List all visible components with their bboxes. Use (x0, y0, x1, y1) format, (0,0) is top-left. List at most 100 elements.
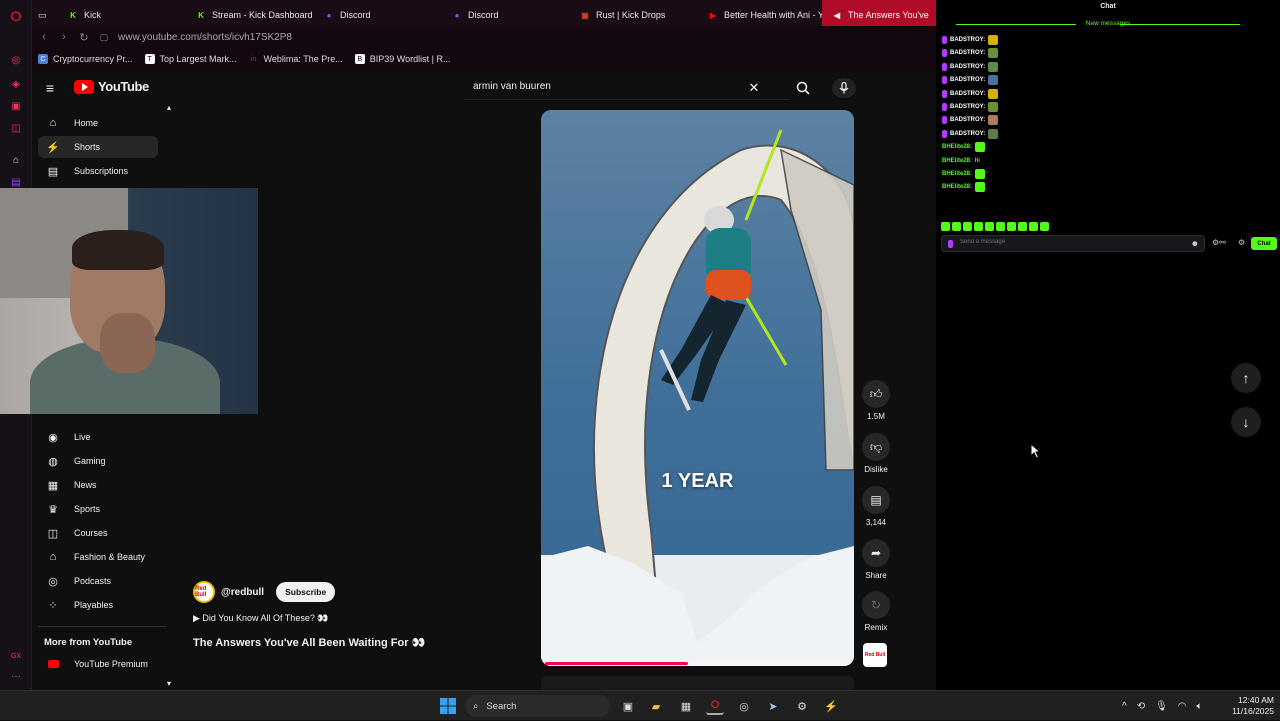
tray-app-icon[interactable]: ⟲ (1137, 701, 1145, 712)
chat-settings-icon[interactable]: ⚙⚯ (1212, 238, 1226, 247)
playlist-link[interactable]: ▶ Did You Know All Of These? 👀 (193, 613, 329, 624)
reload-icon[interactable]: ↻ (76, 31, 92, 44)
sidebar-item-courses[interactable]: ◫ Courses (38, 522, 158, 544)
chat-username[interactable]: BADSTROY: (950, 91, 985, 97)
sidebar-item-gaming[interactable]: ◍ Gaming (38, 450, 158, 472)
settings-icon[interactable]: ⚙ (793, 697, 811, 715)
steam-icon[interactable]: ➤ (764, 697, 782, 715)
microphone-icon[interactable] (832, 78, 856, 98)
chat-username[interactable]: BHElite28: (942, 171, 972, 177)
emote-icon[interactable] (963, 222, 972, 231)
chat-emote-icon (988, 48, 999, 59)
messenger-icon[interactable]: ▣ (8, 98, 24, 114)
short-video-player[interactable]: 1 YEAR (541, 110, 854, 666)
sidebar-item-sports[interactable]: ♛ Sports (38, 498, 158, 520)
task-view-icon[interactable]: ▣ (619, 697, 637, 715)
aria-icon[interactable]: ◎ (8, 52, 24, 68)
sidebar-item-news[interactable]: ▦ News (38, 474, 158, 496)
scroll-up-arrow-icon[interactable]: ↑ (1231, 363, 1261, 393)
store-icon[interactable]: ▦ (677, 697, 695, 715)
sidebar-item-fashion-beauty[interactable]: ⌂ Fashion & Beauty (38, 546, 158, 568)
chat-username[interactable]: BADSTROY: (950, 77, 985, 83)
chat-username[interactable]: BHElite28: (942, 184, 972, 190)
send-chat-button[interactable]: Chat (1251, 237, 1277, 250)
chat-username[interactable]: BADSTROY: (950, 37, 985, 43)
next-short-preview[interactable] (541, 676, 854, 690)
sidebar-item-youtube-premium[interactable]: YouTube Premium (38, 653, 158, 675)
comments-button[interactable]: ▤ 3,144 (858, 486, 894, 527)
kick-sidebar-icon[interactable]: ⌂ (8, 152, 24, 168)
channel-name[interactable]: @redbull (221, 587, 264, 598)
gx-icon[interactable]: GX (8, 648, 24, 664)
emote-icon[interactable] (941, 222, 950, 231)
chat-username[interactable]: BADSTROY: (950, 64, 985, 70)
sidebar-item-home[interactable]: ⌂ Home (38, 112, 158, 134)
chat-message-input[interactable] (960, 239, 1180, 245)
chat-username[interactable]: BHElite28: (942, 144, 972, 150)
whatsapp-icon[interactable]: ◫ (8, 120, 24, 136)
scroll-down-arrow-icon[interactable]: ↓ (1231, 407, 1261, 437)
file-explorer-icon[interactable]: ▰ (647, 697, 665, 715)
chat-username[interactable]: BADSTROY: (950, 104, 985, 110)
dislike-button[interactable]: 👎︎ Dislike (858, 433, 894, 474)
scroll-down-icon[interactable]: ▾ (164, 678, 174, 688)
emote-icon[interactable] (1018, 222, 1027, 231)
wifi-icon[interactable]: ◠ (1178, 701, 1187, 712)
chat-username[interactable]: BADSTROY: (950, 117, 985, 123)
windows-start-icon[interactable] (439, 697, 457, 715)
sidebar-item-live[interactable]: ◉ Live (38, 426, 158, 448)
bookmark-item[interactable]: in Weblima: The Pre... (243, 54, 349, 64)
kick-app-icon[interactable]: ◎ (735, 697, 753, 715)
search-input[interactable] (473, 81, 743, 92)
volume-icon[interactable]: 🔈︎ (1197, 701, 1203, 712)
search-icon[interactable] (794, 79, 812, 97)
back-icon[interactable]: ‹ (36, 31, 52, 43)
chat-username[interactable]: BADSTROY: (950, 131, 985, 137)
sidebar-item-podcasts[interactable]: ◎ Podcasts (38, 570, 158, 592)
remix-button[interactable]: ↻ Remix (858, 591, 894, 632)
streaming-app-icon[interactable]: ⚡ (822, 697, 840, 715)
hamburger-menu-icon[interactable]: ≡ (42, 80, 58, 96)
chat-username[interactable]: BHElite28: (942, 158, 972, 164)
chat-message-text: hi (975, 157, 980, 164)
scroll-up-icon[interactable]: ▴ (164, 102, 174, 112)
sidebar-item-playables[interactable]: ⁘ Playables (38, 594, 158, 616)
more-options-icon[interactable]: ··· (8, 668, 24, 684)
gear-icon[interactable]: ⚙ (1238, 238, 1245, 247)
emote-icon[interactable] (985, 222, 994, 231)
subscribe-button[interactable]: Subscribe (276, 582, 336, 602)
emote-icon[interactable] (1007, 222, 1016, 231)
microphone-icon[interactable]: 🎙︎ (1155, 701, 1168, 712)
video-title[interactable]: The Answers You've All Been Waiting For … (193, 636, 425, 649)
channel-avatar[interactable]: Red Bull (193, 581, 215, 603)
clock-time: 12:40 AM (1238, 695, 1274, 705)
share-button[interactable]: ➦ Share (858, 539, 894, 580)
bookmark-item[interactable]: T Top Largest Mark... (139, 54, 243, 64)
clear-search-icon[interactable]: ✕ (746, 80, 762, 96)
sidebar-item-shorts[interactable]: ⚡ Shorts (38, 136, 158, 158)
bookmark-item[interactable]: C Cryptocurrency Pr... (32, 54, 139, 64)
system-clock[interactable]: 12:40 AM 11/16/2025 (1224, 695, 1274, 717)
youtube-logo[interactable]: YouTube (74, 79, 149, 94)
taskbar-search[interactable]: ⌕ Search (465, 695, 610, 717)
emote-icon[interactable] (996, 222, 1005, 231)
sound-thumbnail[interactable]: Red Bull (863, 643, 887, 667)
bookmark-item[interactable]: B BIP39 Wordlist | R... (349, 54, 457, 64)
like-button[interactable]: 👍︎ 1.5M (858, 380, 894, 421)
chat-title: Chat (1100, 3, 1116, 10)
chat-username[interactable]: BADSTROY: (950, 50, 985, 56)
url-field[interactable]: www.youtube.com/shorts/icvh17SK2P8 (118, 32, 292, 43)
emote-icon[interactable] (1040, 222, 1049, 231)
chat-emote-icon (975, 142, 986, 153)
more-from-youtube-heading: More from YouTube (44, 637, 133, 648)
tray-overflow-icon[interactable]: ^ (1122, 701, 1127, 712)
emote-icon[interactable] (974, 222, 983, 231)
opera-logo-icon[interactable]: O (8, 8, 24, 24)
emote-icon[interactable] (952, 222, 961, 231)
opera-gx-icon[interactable]: O (706, 697, 724, 715)
emoji-picker-icon[interactable]: ☻ (1191, 239, 1199, 248)
sidebar-item-subscriptions[interactable]: ▤ Subscriptions (38, 160, 158, 182)
emote-icon[interactable] (1029, 222, 1038, 231)
forward-icon[interactable]: › (56, 31, 72, 43)
crypto-wallet-icon[interactable]: ◈ (8, 76, 24, 92)
